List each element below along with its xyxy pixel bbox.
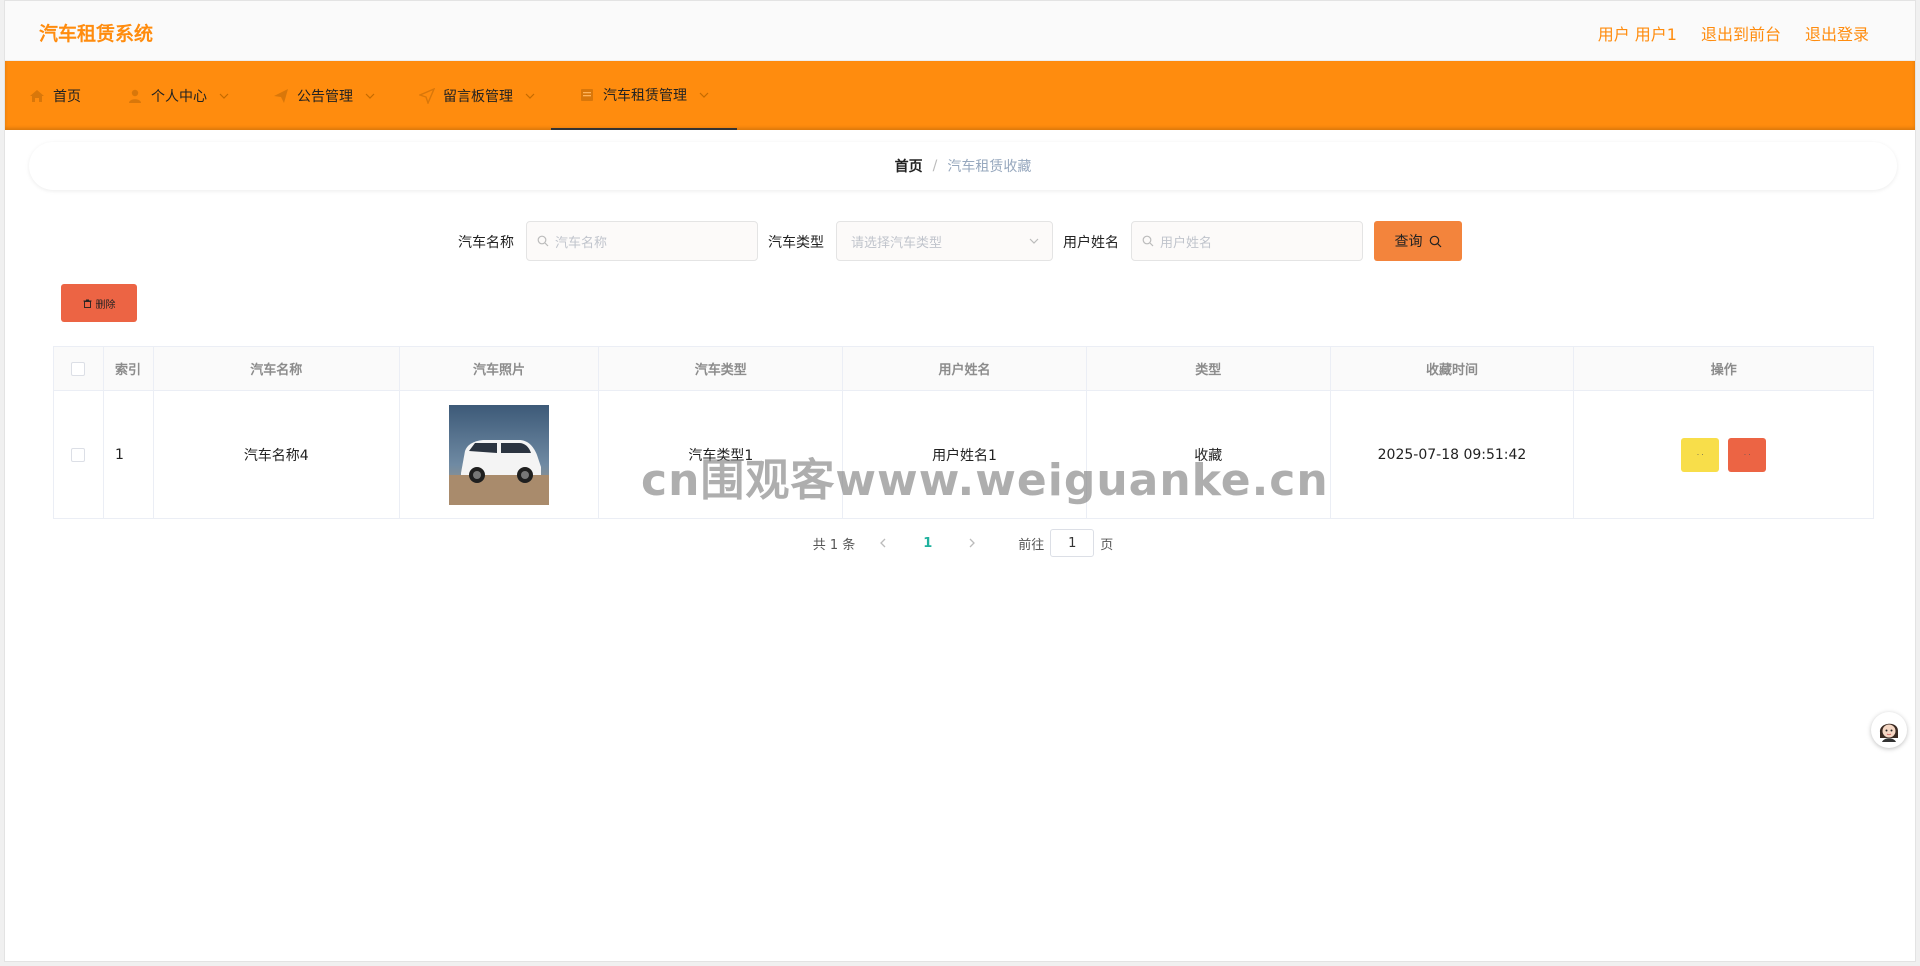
document-icon (579, 87, 595, 103)
query-button[interactable]: 查询 (1374, 221, 1462, 261)
home-icon (29, 88, 45, 104)
column-header-user-name: 用户姓名 (843, 347, 1087, 390)
breadcrumb-current: 汽车租赁收藏 (947, 159, 1032, 175)
pagination-goto-label: 前往 (1018, 537, 1045, 553)
main-content: 汽车名称 汽车名称 汽车类型 请选择汽车类型 用户姓名 用户姓名 查询 删除 索… (29, 200, 1897, 575)
column-header-index: 索引 (104, 347, 154, 390)
nav-item-label: 公告管理 (297, 88, 353, 105)
nav-item-label: 个人中心 (151, 88, 207, 105)
user-name-placeholder: 用户姓名 (1160, 235, 1213, 251)
pagination-current-page[interactable]: 1 (923, 536, 932, 551)
search-form: 汽车名称 汽车名称 汽车类型 请选择汽车类型 用户姓名 用户姓名 查询 (29, 221, 1897, 261)
header-links: 用户 用户1 退出到前台 退出登录 (1598, 21, 1869, 45)
user-name-input[interactable]: 用户姓名 (1131, 221, 1363, 261)
table-header-row: 索引 汽车名称 汽车照片 汽车类型 用户姓名 类型 收藏时间 操作 (54, 347, 1873, 391)
column-header-operations: 操作 (1710, 363, 1737, 378)
nav-item-notice-management[interactable]: 公告管理 (273, 61, 375, 130)
nav-item-personal-center[interactable]: 个人中心 (127, 61, 229, 130)
row-user-name: 用户姓名1 (843, 391, 1087, 518)
car-name-label: 汽车名称 (458, 235, 514, 251)
pagination: 共 1 条 1 前往 1 页 (29, 529, 1897, 557)
trash-icon (83, 299, 92, 308)
query-button-label: 查询 (1394, 234, 1423, 250)
row-checkbox[interactable] (71, 447, 86, 462)
top-header: 汽车租赁系统 用户 用户1 退出到前台 退出登录 (5, 1, 1915, 61)
row-favorite-time: 2025-07-18 09:51:42 (1331, 391, 1575, 518)
column-header-car-name: 汽车名称 (154, 347, 400, 390)
breadcrumb-home[interactable]: 首页 (895, 156, 923, 176)
nav-item-car-rental-management[interactable]: 汽车租赁管理 (551, 61, 737, 130)
car-type-placeholder: 请选择汽车类型 (851, 235, 943, 251)
car-name-placeholder: 汽车名称 (555, 235, 608, 251)
nav-item-label: 首页 (53, 88, 81, 105)
row-operations: · · · · (1574, 391, 1873, 518)
app-title: 汽车租赁系统 (39, 23, 154, 45)
car-photo[interactable] (449, 404, 550, 505)
main-nav: 首页 个人中心 公告管理 留言板管理 汽车租赁管理 (5, 61, 1915, 130)
select-all-cell (54, 347, 104, 390)
table-row: 1 汽车名称4 汽车类型1 用户姓名1 收藏 2025-07-18 09:51:… (54, 391, 1873, 518)
car-type-select[interactable]: 请选择汽车类型 (836, 221, 1053, 261)
row-car-type: 汽车类型1 (599, 391, 844, 518)
search-icon (1429, 235, 1442, 248)
column-header-favorite-time: 收藏时间 (1331, 347, 1575, 390)
current-user-link[interactable]: 用户 用户1 (1598, 21, 1677, 45)
chevron-down-icon (1028, 235, 1040, 247)
column-header-kind: 类型 (1087, 347, 1331, 390)
batch-delete-button[interactable]: 删除 (61, 284, 137, 322)
send-icon (273, 88, 289, 104)
nav-item-label: 汽车租赁管理 (603, 87, 687, 104)
nav-item-home[interactable]: 首页 (29, 61, 81, 130)
breadcrumb-separator: / (932, 158, 938, 174)
car-type-label: 汽车类型 (768, 235, 824, 251)
search-icon (1142, 235, 1154, 247)
column-header-car-type: 汽车类型 (599, 347, 844, 390)
back-to-front-link[interactable]: 退出到前台 (1701, 21, 1781, 45)
breadcrumb: 首页 / 汽车租赁收藏 (29, 142, 1897, 190)
delete-button-label: 删除 (95, 299, 116, 311)
nav-item-label: 留言板管理 (443, 88, 513, 105)
user-icon (127, 88, 143, 104)
nav-item-message-board[interactable]: 留言板管理 (419, 61, 535, 130)
user-name-label: 用户姓名 (1063, 235, 1119, 251)
row-select-cell (54, 391, 104, 518)
chevron-down-icon (699, 90, 709, 100)
assistant-avatar[interactable] (1871, 712, 1907, 748)
row-index: 1 (104, 391, 154, 518)
chevron-right-icon[interactable] (966, 537, 978, 549)
chevron-left-icon[interactable] (877, 537, 889, 549)
pagination-goto-input[interactable]: 1 (1050, 529, 1095, 557)
logout-link[interactable]: 退出登录 (1805, 21, 1869, 45)
app-window: 汽车租赁系统 用户 用户1 退出到前台 退出登录 首页 个人中心 公告管理 留言… (4, 0, 1916, 962)
detail-button[interactable]: · · (1681, 437, 1720, 472)
row-car-name: 汽车名称4 (154, 391, 400, 518)
chevron-down-icon (219, 91, 229, 101)
row-car-photo-cell (400, 391, 600, 518)
pagination-page-suffix: 页 (1100, 537, 1114, 553)
search-icon (537, 235, 549, 247)
pagination-total: 共 1 条 (812, 537, 856, 553)
car-name-input[interactable]: 汽车名称 (526, 221, 758, 261)
row-delete-button[interactable]: · · (1728, 437, 1767, 472)
column-header-car-photo: 汽车照片 (400, 347, 600, 390)
chevron-down-icon (365, 91, 375, 101)
select-all-checkbox[interactable] (71, 361, 86, 376)
chevron-down-icon (525, 91, 535, 101)
favorites-table: 索引 汽车名称 汽车照片 汽车类型 用户姓名 类型 收藏时间 操作 1 汽车名称… (53, 346, 1874, 519)
navigation-icon (419, 87, 435, 104)
row-kind: 收藏 (1087, 391, 1331, 518)
